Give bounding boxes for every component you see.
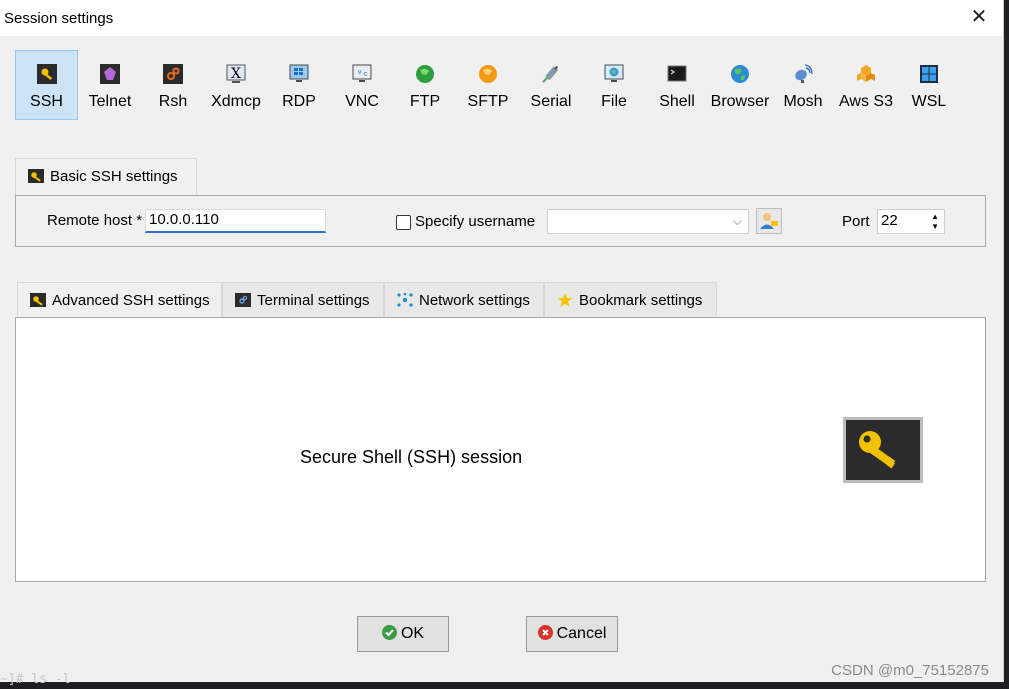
- watermark: CSDN @m0_75152875: [831, 662, 989, 679]
- globe-icon: [731, 65, 749, 83]
- cancel-icon: [537, 625, 553, 640]
- session-type-ssh[interactable]: SSH: [15, 50, 78, 120]
- session-type-file[interactable]: File: [583, 50, 645, 120]
- remote-host-label: Remote host *: [47, 212, 143, 229]
- session-type-rdp[interactable]: RDP: [268, 50, 330, 120]
- tab-label: Advanced SSH settings: [52, 292, 210, 309]
- tab-label: Basic SSH settings: [50, 168, 178, 185]
- telnet-icon: [100, 64, 120, 84]
- session-type-shell[interactable]: Shell: [646, 50, 708, 120]
- background-terminal-text: ~]# ls -l: [0, 672, 71, 687]
- session-type-ftp[interactable]: FTP: [394, 50, 456, 120]
- port-value: 22: [881, 212, 898, 229]
- key-icon: [36, 64, 57, 84]
- session-type-rsh[interactable]: Rsh: [142, 50, 204, 120]
- tab-network-settings[interactable]: Network settings: [384, 282, 544, 320]
- session-settings-window: Session settings ✕ SSH Telnet Rsh X Xdmc…: [0, 0, 1004, 682]
- key-icon: [28, 169, 44, 183]
- session-description: Secure Shell (SSH) session: [300, 447, 523, 467]
- ok-label: OK: [400, 625, 425, 642]
- aws-icon: [857, 65, 875, 82]
- close-icon[interactable]: ✕: [969, 7, 989, 27]
- session-type-wsl[interactable]: WSL: [898, 50, 960, 120]
- cancel-button[interactable]: Cancel: [526, 616, 618, 652]
- svg-text:X: X: [231, 66, 241, 82]
- title-bar: Session settings ✕: [0, 0, 1003, 36]
- window-title: Session settings: [4, 10, 114, 27]
- key-icon: [859, 431, 896, 469]
- star-icon: [557, 293, 573, 307]
- tab-basic-ssh-settings[interactable]: Basic SSH settings: [15, 158, 197, 196]
- xdmcp-icon: X: [226, 64, 246, 83]
- ssh-key-icon: [843, 417, 923, 483]
- serial-icon: [542, 65, 559, 83]
- check-icon: [381, 625, 397, 640]
- ok-button[interactable]: OK: [357, 616, 449, 652]
- rsh-icon: [163, 64, 183, 84]
- satellite-icon: [795, 64, 813, 83]
- svg-text:v: v: [358, 69, 362, 76]
- tab-label: Bookmark settings: [579, 292, 703, 309]
- username-dropdown[interactable]: ⌵: [547, 209, 749, 234]
- user-icon: [760, 213, 778, 229]
- tab-label: Terminal settings: [257, 292, 370, 309]
- remote-host-input[interactable]: 10.0.0.110: [145, 209, 326, 233]
- terminal-icon: [235, 293, 251, 307]
- session-type-vnc[interactable]: vc VNC: [331, 50, 393, 120]
- tab-terminal-settings[interactable]: Terminal settings: [222, 282, 384, 320]
- session-type-serial[interactable]: Serial: [520, 50, 582, 120]
- network-icon: [397, 293, 413, 307]
- rdp-icon: [289, 64, 309, 82]
- windows-icon: [920, 65, 938, 83]
- spin-down-icon[interactable]: ▼: [931, 223, 939, 231]
- specify-username-label: Specify username: [415, 213, 536, 230]
- session-type-label: WSL: [911, 93, 947, 110]
- ftp-icon: [416, 65, 434, 83]
- user-credentials-button[interactable]: [756, 208, 782, 234]
- session-type-telnet[interactable]: Telnet: [79, 50, 141, 120]
- shell-icon: [667, 65, 687, 82]
- sftp-icon: [479, 65, 497, 83]
- svg-text:c: c: [364, 71, 368, 78]
- session-type-aws-s3[interactable]: Aws S3: [835, 50, 897, 120]
- session-type-sftp[interactable]: SFTP: [457, 50, 519, 120]
- chevron-down-icon: ⌵: [732, 214, 742, 228]
- specify-username-checkbox[interactable]: [396, 215, 411, 230]
- vnc-icon: vc: [352, 64, 372, 82]
- key-icon: [30, 293, 46, 307]
- session-type-mosh[interactable]: Mosh: [772, 50, 834, 120]
- file-icon: [604, 64, 624, 82]
- cancel-label: Cancel: [556, 625, 607, 642]
- session-type-xdmcp[interactable]: X Xdmcp: [205, 50, 267, 120]
- tab-advanced-ssh-settings[interactable]: Advanced SSH settings: [17, 282, 222, 320]
- session-type-browser[interactable]: Browser: [709, 50, 771, 120]
- spin-up-icon[interactable]: ▲: [931, 213, 939, 221]
- tab-bookmark-settings[interactable]: Bookmark settings: [544, 282, 717, 320]
- port-spinner[interactable]: 22 ▲ ▼: [877, 209, 945, 234]
- port-label: Port: [842, 213, 870, 230]
- tab-label: Network settings: [419, 292, 530, 309]
